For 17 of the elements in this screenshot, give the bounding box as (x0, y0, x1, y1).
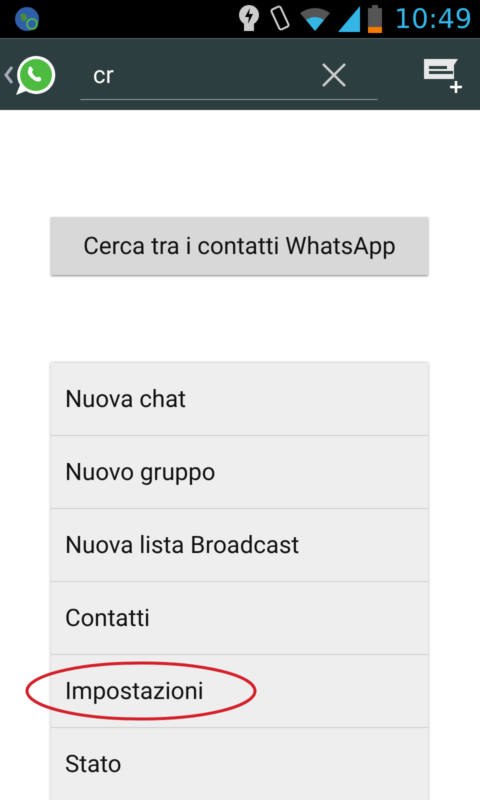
menu-item[interactable]: Nuova lista Broadcast (51, 509, 428, 582)
globe-icon (14, 6, 40, 32)
close-icon[interactable] (322, 62, 346, 86)
menu-item[interactable]: Nuovo gruppo (51, 436, 428, 509)
clock-time: 10:49 (394, 4, 472, 34)
menu-item[interactable]: Impostazioni (51, 655, 428, 728)
menu-item[interactable]: Contatti (51, 582, 428, 655)
search-contacts-button[interactable]: Cerca tra i contatti WhatsApp (51, 217, 428, 275)
wifi-icon (300, 7, 330, 31)
back-caret-icon[interactable] (4, 64, 14, 84)
lightbulb-icon (238, 4, 260, 34)
battery-icon (368, 5, 382, 33)
search-input[interactable]: cr (93, 60, 313, 88)
new-message-icon[interactable] (424, 56, 464, 92)
menu-item[interactable]: Stato (51, 728, 428, 800)
menu-item[interactable]: Nuova chat (51, 363, 428, 436)
signal-icon (338, 6, 360, 32)
